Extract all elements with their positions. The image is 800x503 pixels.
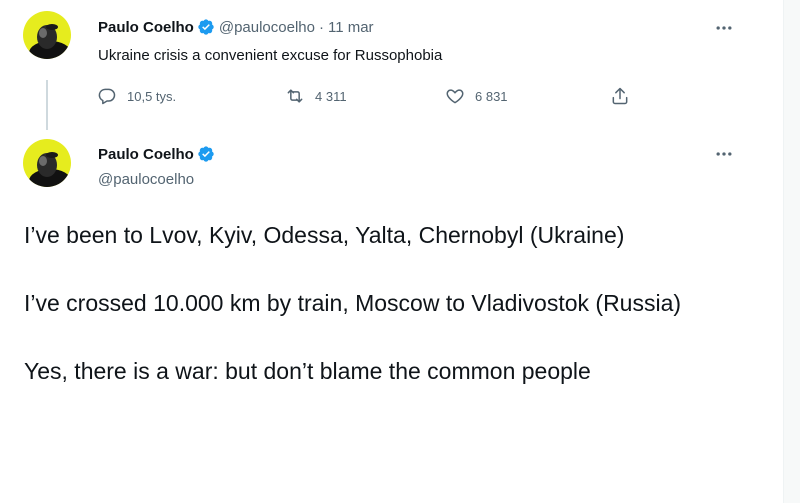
tweet-body: I’ve been to Lvov, Kyiv, Odessa, Yalta, …	[24, 218, 764, 422]
reply-button[interactable]: 10,5 tys.	[97, 86, 176, 106]
verified-badge-icon	[197, 18, 215, 36]
share-button[interactable]	[610, 86, 630, 106]
timestamp[interactable]: 11 mar	[328, 19, 374, 36]
share-icon	[610, 86, 630, 106]
separator: ·	[318, 18, 324, 36]
retweet-icon	[285, 86, 305, 106]
author-handle[interactable]: @paulocoelho	[219, 19, 315, 36]
author-name-row: Paulo Coelho	[98, 145, 215, 163]
reply-count: 10,5 tys.	[127, 88, 177, 104]
tweet-header: Paulo Coelho @paulocoelho · 11 mar	[98, 18, 374, 36]
avatar[interactable]	[23, 139, 71, 187]
like-icon	[445, 86, 465, 106]
tweet-paragraph: I’ve been to Lvov, Kyiv, Odessa, Yalta, …	[24, 222, 625, 248]
author-handle[interactable]: @paulocoelho	[98, 171, 194, 188]
tweet-paragraph: Yes, there is a war: but don’t blame the…	[24, 358, 591, 384]
thread-line	[46, 80, 48, 130]
author-name[interactable]: Paulo Coelho	[98, 146, 194, 163]
tweet-text: Ukraine crisis a convenient excuse for R…	[98, 47, 443, 64]
tweet-paragraph: I’ve crossed 10.000 km by train, Moscow …	[24, 290, 682, 316]
retweet-count: 4 311	[315, 88, 347, 104]
reply-icon	[97, 86, 117, 106]
more-icon[interactable]	[713, 143, 735, 165]
avatar[interactable]	[23, 11, 71, 59]
like-count: 6 831	[475, 88, 508, 104]
verified-badge-icon	[197, 145, 215, 163]
like-button[interactable]: 6 831	[445, 86, 508, 106]
retweet-button[interactable]: 4 311	[285, 86, 347, 106]
more-icon[interactable]	[713, 17, 735, 39]
right-column-edge	[784, 0, 800, 503]
author-name[interactable]: Paulo Coelho	[98, 19, 194, 36]
